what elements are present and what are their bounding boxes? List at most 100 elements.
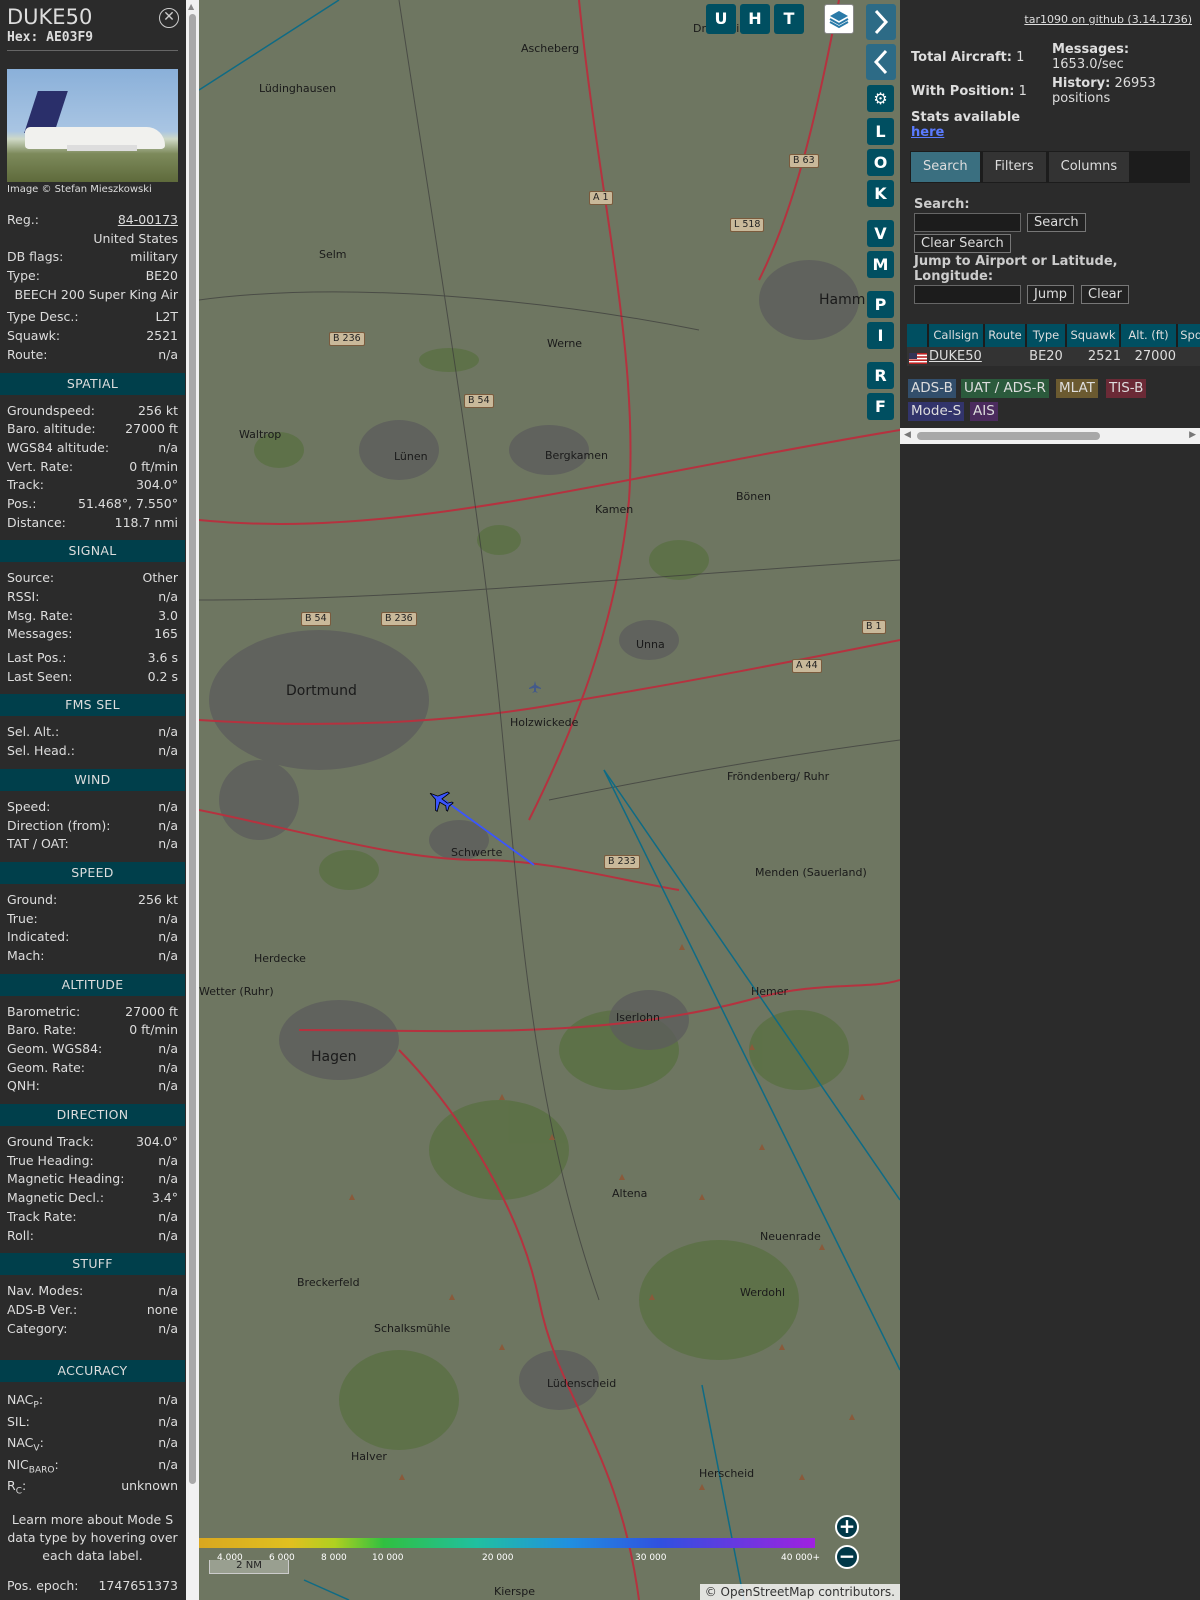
col-route[interactable]: Route bbox=[985, 324, 1025, 347]
info-label[interactable]: Category: bbox=[7, 1320, 67, 1339]
scroll-left-arrow-icon[interactable]: ◀ bbox=[904, 430, 911, 440]
tab-search[interactable]: Search bbox=[911, 152, 980, 182]
info-label[interactable]: SIL: bbox=[7, 1411, 30, 1433]
gear-icon[interactable]: ⚙ bbox=[867, 85, 894, 112]
info-label[interactable]: NACP: bbox=[7, 1389, 43, 1411]
map-button-m[interactable]: M bbox=[867, 251, 894, 278]
map-button-v[interactable]: V bbox=[867, 220, 894, 247]
col-speed[interactable]: Spd. bbox=[1178, 324, 1200, 347]
clear-search-button[interactable]: Clear Search bbox=[914, 234, 1011, 253]
info-label[interactable]: TAT / OAT: bbox=[7, 835, 69, 854]
tab-columns[interactable]: Columns bbox=[1048, 152, 1130, 182]
info-label[interactable]: True: bbox=[7, 910, 38, 929]
info-label[interactable]: Last Seen: bbox=[7, 668, 72, 687]
info-row: TAT / OAT: n/a bbox=[0, 835, 185, 854]
version-link[interactable]: tar1090 on github (3.14.1736) bbox=[1024, 13, 1192, 26]
info-label[interactable]: Ground: bbox=[7, 891, 57, 910]
sidebar-scroll-thumb[interactable] bbox=[189, 14, 196, 1484]
stats-here-link[interactable]: here bbox=[911, 125, 944, 140]
info-label[interactable]: Magnetic Decl.: bbox=[7, 1189, 104, 1208]
info-label[interactable]: ADS-B Ver.: bbox=[7, 1301, 77, 1320]
map-button-r[interactable]: R bbox=[867, 362, 894, 389]
info-label[interactable]: Last Pos.: bbox=[7, 649, 66, 668]
col-altitude[interactable]: Alt. (ft) bbox=[1121, 324, 1176, 347]
messages-rate: 1653.0/sec bbox=[1052, 57, 1124, 72]
info-label[interactable]: Msg. Rate: bbox=[7, 607, 73, 626]
info-label[interactable]: Distance: bbox=[7, 514, 66, 533]
info-label[interactable]: RSSI: bbox=[7, 588, 39, 607]
info-label[interactable]: Pos.: bbox=[7, 495, 36, 514]
info-label[interactable]: Source: bbox=[7, 569, 54, 588]
col-callsign[interactable]: Callsign bbox=[929, 324, 983, 347]
info-label[interactable]: Baro. Rate: bbox=[7, 1021, 76, 1040]
info-label[interactable]: Nav. Modes: bbox=[7, 1282, 83, 1301]
info-label[interactable]: Geom. WGS84: bbox=[7, 1040, 102, 1059]
info-label[interactable]: NICBARO: bbox=[7, 1454, 59, 1476]
jump-button[interactable]: Jump bbox=[1027, 285, 1074, 304]
table-row[interactable]: DUKE50 BE20 2521 27000 bbox=[907, 347, 1200, 366]
chevron-right-icon[interactable] bbox=[866, 4, 896, 40]
map-button-o[interactable]: O bbox=[867, 149, 894, 176]
zoom-in-button[interactable]: + bbox=[835, 1515, 859, 1539]
zoom-out-button[interactable]: − bbox=[835, 1545, 859, 1569]
layers-icon[interactable] bbox=[824, 4, 854, 34]
table-hscrollbar[interactable]: ◀ ▶ bbox=[900, 428, 1200, 444]
info-label[interactable]: Ground Track: bbox=[7, 1133, 94, 1152]
info-label[interactable]: Indicated: bbox=[7, 928, 69, 947]
map-button-p[interactable]: P bbox=[867, 291, 894, 318]
sidebar-scrollbar[interactable]: ▲ bbox=[186, 0, 199, 1600]
jump-input[interactable] bbox=[914, 285, 1021, 304]
col-type[interactable]: Type bbox=[1027, 324, 1065, 347]
info-label[interactable]: Geom. Rate: bbox=[7, 1059, 85, 1078]
info-label[interactable]: RC: bbox=[7, 1475, 26, 1497]
map-button-l[interactable]: L bbox=[867, 118, 894, 145]
info-row: RC: unknown bbox=[0, 1475, 185, 1497]
map-button-h[interactable]: H bbox=[740, 4, 770, 34]
map-button-t[interactable]: T bbox=[774, 4, 804, 34]
info-row: Squawk: 2521 bbox=[0, 327, 185, 346]
map-button-k[interactable]: K bbox=[867, 180, 894, 207]
table-hscroll-thumb[interactable] bbox=[917, 432, 1100, 440]
search-button[interactable]: Search bbox=[1027, 213, 1086, 232]
info-value[interactable]: 84-00173 bbox=[118, 211, 178, 230]
info-label[interactable]: Roll: bbox=[7, 1227, 34, 1246]
info-label[interactable]: Direction (from): bbox=[7, 817, 111, 836]
info-label[interactable]: True Heading: bbox=[7, 1152, 94, 1171]
map-button-i[interactable]: I bbox=[867, 322, 894, 349]
clear-button[interactable]: Clear bbox=[1081, 285, 1129, 304]
info-label[interactable]: QNH: bbox=[7, 1077, 40, 1096]
row-callsign[interactable]: DUKE50 bbox=[929, 347, 985, 366]
map-attribution[interactable]: © OpenStreetMap contributors. bbox=[699, 1584, 900, 1600]
info-label[interactable]: Sel. Alt.: bbox=[7, 723, 59, 742]
info-label[interactable]: Mach: bbox=[7, 947, 44, 966]
chevron-left-icon[interactable] bbox=[866, 44, 896, 80]
info-label[interactable]: Vert. Rate: bbox=[7, 458, 73, 477]
search-tabs: Search Filters Columns bbox=[910, 151, 1190, 183]
image-credit: Image © Stefan Mieszkowski bbox=[7, 184, 152, 195]
info-label[interactable]: Groundspeed: bbox=[7, 402, 95, 421]
scroll-right-arrow-icon[interactable]: ▶ bbox=[1189, 430, 1196, 440]
close-icon[interactable]: ✕ bbox=[159, 8, 179, 28]
col-squawk[interactable]: Squawk bbox=[1067, 324, 1119, 347]
aircraft-photo[interactable] bbox=[7, 69, 178, 182]
info-label[interactable]: Magnetic Heading: bbox=[7, 1170, 124, 1189]
info-label[interactable]: Baro. altitude: bbox=[7, 420, 96, 439]
info-label[interactable]: WGS84 altitude: bbox=[7, 439, 109, 458]
search-input[interactable] bbox=[914, 213, 1021, 232]
scroll-up-arrow-icon[interactable]: ▲ bbox=[188, 2, 194, 12]
info-value: 256 kt bbox=[138, 891, 178, 907]
info-label[interactable]: Speed: bbox=[7, 798, 50, 817]
info-label[interactable]: NACV: bbox=[7, 1432, 44, 1454]
info-row: Reg.: 84-00173 bbox=[0, 211, 185, 230]
map-button-u[interactable]: U bbox=[706, 4, 736, 34]
info-label[interactable]: Track Rate: bbox=[7, 1208, 77, 1227]
info-label[interactable]: Track: bbox=[7, 476, 44, 495]
info-label[interactable]: Sel. Head.: bbox=[7, 742, 75, 761]
tab-filters[interactable]: Filters bbox=[982, 152, 1046, 182]
map-view[interactable]: DrensteinfurtAschebergLüdinghausenSelmWe… bbox=[199, 0, 900, 1600]
with-position-label: With Position: bbox=[911, 84, 1015, 99]
info-label[interactable]: Messages: bbox=[7, 625, 73, 644]
info-label[interactable]: Barometric: bbox=[7, 1003, 80, 1022]
map-button-f[interactable]: F bbox=[867, 393, 894, 420]
town-label: Werne bbox=[547, 337, 583, 350]
